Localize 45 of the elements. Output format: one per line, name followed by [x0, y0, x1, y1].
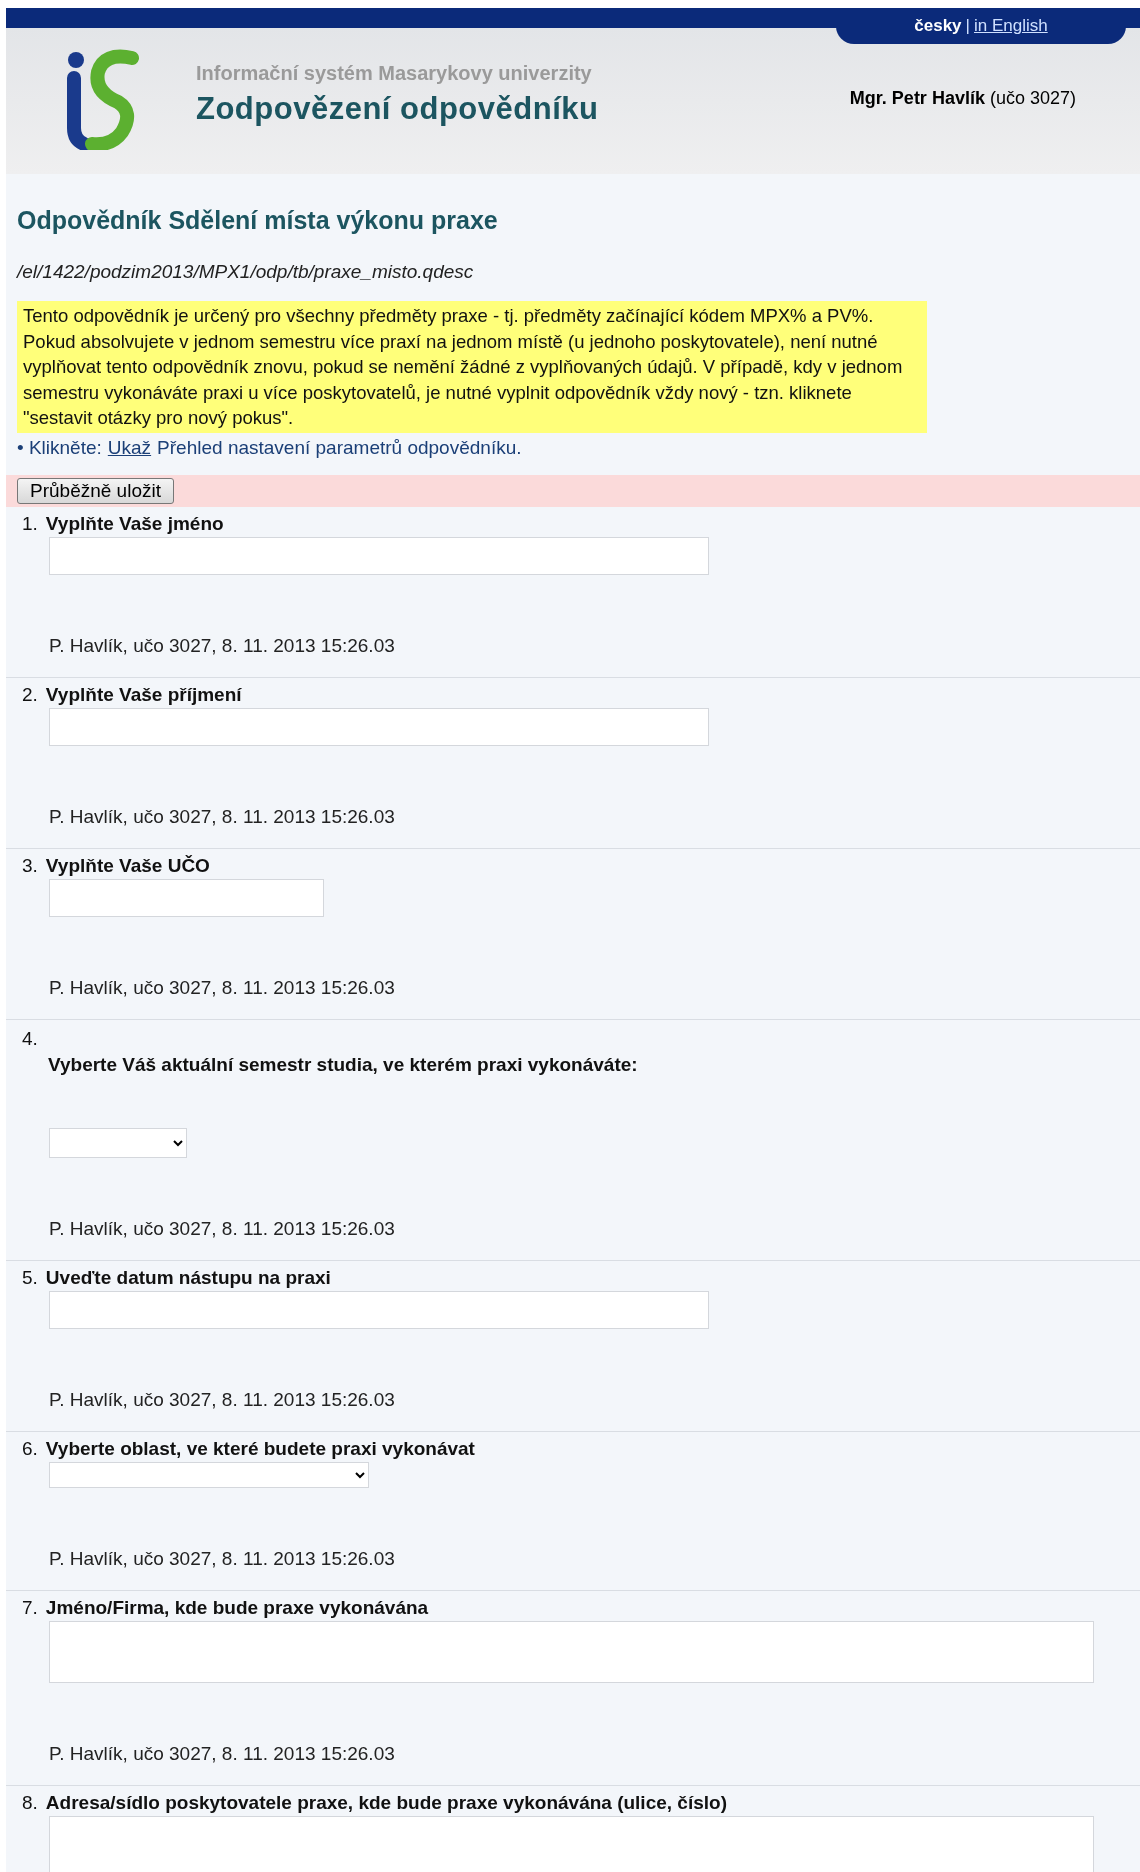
question-label: Adresa/sídlo poskytovatele praxe, kde bude praxe vykonávána (ulice, číslo) [45, 1791, 727, 1814]
question-number: 4. [22, 1027, 39, 1050]
form-title: Odpovědník Sdělení místa výkonu praxe [17, 206, 499, 235]
answer-meta: P. Havlík, učo 3027, 8. 11. 2013 15:26.03 [49, 1547, 396, 1570]
question-label: Vyplňte Vaše UČO [45, 854, 210, 877]
question-number: 5. [22, 1266, 38, 1289]
question-label: Jméno/Firma, kde bude praxe vykonávána [45, 1596, 429, 1619]
answer-meta: P. Havlík, učo 3027, 8. 11. 2013 15:26.03 [49, 1388, 396, 1411]
answer-meta: P. Havlík, učo 3027, 8. 11. 2013 15:26.03 [49, 805, 396, 828]
question-number: 1. [22, 512, 38, 535]
question-label: Vyplňte Vaše příjmení [45, 683, 242, 706]
question-number: 3. [22, 854, 38, 877]
text-area[interactable] [49, 1620, 1094, 1683]
question-number: 7. [22, 1596, 38, 1619]
answer-meta: P. Havlík, učo 3027, 8. 11. 2013 15:26.03 [49, 1742, 396, 1765]
text-field[interactable] [49, 707, 709, 746]
answer-meta: P. Havlík, učo 3027, 8. 11. 2013 15:26.03 [49, 634, 396, 657]
question-number: 6. [22, 1437, 38, 1460]
file-path: /el/1422/podzim2013/MPX1/odp/tb/praxe_misto.qdesc [17, 261, 475, 283]
notice: Tento odpovědník je určený pro všechny předměty praxe - tj. předměty začínající kódem MPX% a PV%. Pokud absolvujete v jednom semestru více praxí na jednom místě (u jednoho poskytovatele), není nutné vyplňovat tento odpovědník znovu, pokud se nemění žádné z vyplňovaných údajů. V případě, kdy v jednom semestru vykonáváte praxi u více poskytovatelů, je nutné vyplnit odpovědník vždy nový - tzn. kliknete "sestavit otázky pro nový pokus". [17, 301, 927, 433]
text-field[interactable] [49, 1290, 709, 1329]
answer-meta: P. Havlík, učo 3027, 8. 11. 2013 15:26.03 [49, 976, 396, 999]
language-link[interactable]: česky [914, 16, 962, 36]
save-button[interactable]: Průběžně uložit [17, 477, 174, 504]
system-name: Informační systém Masarykovy univerzity [196, 62, 593, 85]
page-title: Zodpovězení odpovědníku [196, 91, 599, 127]
dropdown[interactable] [49, 1461, 369, 1488]
settings-prefix: • Klikněte: [17, 436, 102, 459]
logo-icon [64, 48, 140, 150]
show-link[interactable]: Ukaž [107, 436, 152, 459]
dropdown[interactable] [49, 1127, 187, 1158]
text-field[interactable] [49, 878, 324, 917]
question-label: Vyberte oblast, ve které budete praxi vykonávat [45, 1437, 475, 1460]
question-number: 8. [22, 1791, 38, 1814]
question-number: 2. [22, 683, 38, 706]
separator: | [965, 16, 970, 36]
answer-meta: P. Havlík, učo 3027, 8. 11. 2013 15:26.03 [49, 1217, 396, 1240]
text-area[interactable] [49, 1815, 1094, 1872]
question-label: Vyberte Váš aktuální semestr studia, ve kterém praxi vykonáváte: [48, 1053, 639, 1076]
question-label: Vyplňte Vaše jméno [45, 512, 224, 535]
language-link[interactable]: in English [974, 16, 1048, 36]
text-field[interactable] [49, 536, 709, 575]
user-name: Mgr. Petr Havlík (učo 3027) [849, 88, 1076, 109]
settings-text: Přehled nastavení parametrů odpovědníku. [157, 436, 522, 459]
question-label: Uveďte datum nástupu na praxi [45, 1266, 331, 1289]
